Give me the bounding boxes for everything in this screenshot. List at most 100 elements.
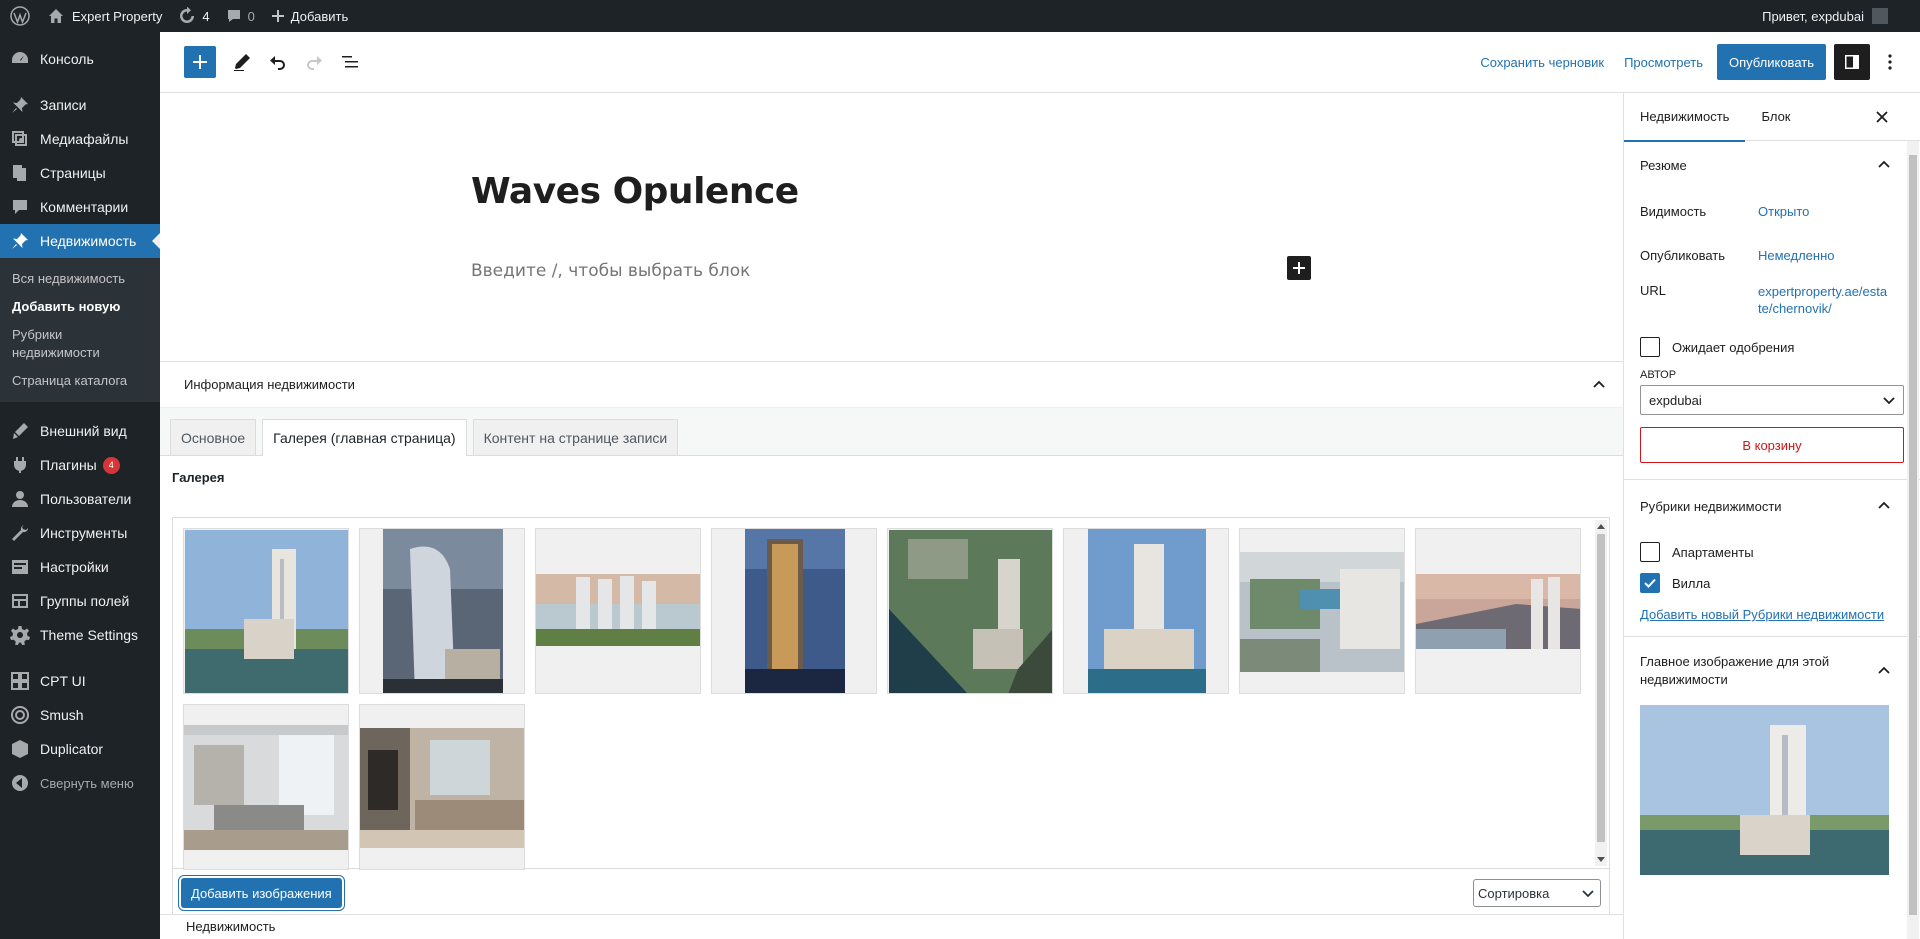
submenu-catalog-page[interactable]: Страница каталога <box>0 367 160 395</box>
category-label: Апартаменты <box>1672 544 1754 560</box>
menu-item-comments[interactable]: Комментарии <box>0 190 160 224</box>
sort-select[interactable]: Сортировка <box>1473 879 1601 907</box>
submenu-estate-categories[interactable]: Рубрики недвижимости <box>0 321 160 367</box>
categories-panel-header[interactable]: Рубрики недвижимости <box>1624 480 1920 532</box>
options-menu-button[interactable] <box>1872 44 1908 80</box>
new-content-link[interactable]: Добавить <box>263 0 356 32</box>
menu-item-media[interactable]: Медиафайлы <box>0 122 160 156</box>
tab-basic[interactable]: Основное <box>170 419 257 455</box>
menu-item-cpt-ui[interactable]: CPT UI <box>0 664 160 698</box>
cpt-icon <box>11 672 29 690</box>
post-title[interactable]: Waves Opulence <box>471 171 799 212</box>
move-to-trash-button[interactable]: В корзину <box>1640 427 1904 463</box>
checkmark-icon <box>1644 578 1656 588</box>
visibility-toggle[interactable]: Открыто <box>1758 204 1809 219</box>
settings-toggle-button[interactable] <box>1834 44 1870 80</box>
greeting-label: Привет, expdubai <box>1762 8 1864 24</box>
featured-image[interactable] <box>1640 705 1889 875</box>
save-draft-button[interactable]: Сохранить черновик <box>1470 55 1614 70</box>
add-images-button[interactable]: Добавить изображения <box>181 878 342 908</box>
menu-label: Медиафайлы <box>40 131 129 147</box>
collapse-menu-button[interactable]: Свернуть меню <box>0 766 160 800</box>
pending-review-checkbox[interactable] <box>1640 337 1660 357</box>
comments-count: 0 <box>247 8 255 24</box>
url-link[interactable]: expertproperty.ae/estate/chernovik/ <box>1758 283 1888 331</box>
chevron-up-icon <box>1878 501 1890 509</box>
site-name-link[interactable]: Expert Property <box>40 0 170 32</box>
menu-label: Внешний вид <box>40 423 127 439</box>
summary-panel-header[interactable]: Резюме <box>1624 141 1920 189</box>
gallery-image[interactable] <box>359 704 525 870</box>
menu-item-appearance[interactable]: Внешний вид <box>0 414 160 448</box>
comments-link[interactable]: 0 <box>218 0 263 32</box>
estate-info-metabox: Информация недвижимости Основное Галерея… <box>160 361 1623 917</box>
tab-gallery[interactable]: Галерея (главная страница) <box>262 419 467 456</box>
menu-item-plugins[interactable]: Плагины 4 <box>0 448 160 482</box>
tools-button[interactable] <box>224 44 260 80</box>
summary-title: Резюме <box>1640 157 1687 173</box>
gallery-image[interactable] <box>887 528 1053 694</box>
pending-review-label: Ожидает одобрения <box>1672 339 1795 355</box>
sidebar-tabs: Недвижимость Блок <box>1624 93 1920 142</box>
settings-sidebar: Недвижимость Блок Резюме Видимость Откры… <box>1623 93 1920 939</box>
updates-count: 4 <box>202 8 210 24</box>
media-icon <box>12 131 27 146</box>
publish-button[interactable]: Опубликовать <box>1716 44 1826 80</box>
list-view-icon <box>342 56 358 68</box>
menu-item-pages[interactable]: Страницы <box>0 156 160 190</box>
author-select[interactable]: expdubai <box>1640 385 1904 415</box>
menu-item-smush[interactable]: Smush <box>0 698 160 732</box>
menu-item-users[interactable]: Пользователи <box>0 482 160 516</box>
gallery-image[interactable] <box>1239 528 1405 694</box>
add-new-category-link[interactable]: Добавить новый Рубрики недвижимости <box>1624 595 1920 622</box>
gallery-image[interactable] <box>535 528 701 694</box>
updates-link[interactable]: 4 <box>170 0 217 32</box>
block-placeholder[interactable]: Введите /, чтобы выбрать блок <box>471 261 750 281</box>
menu-item-estate[interactable]: Недвижимость <box>0 224 160 258</box>
menu-item-settings[interactable]: Настройки <box>0 550 160 584</box>
tab-block-settings[interactable]: Блок <box>1761 93 1790 141</box>
menu-item-field-groups[interactable]: Группы полей <box>0 584 160 618</box>
menu-item-duplicator[interactable]: Duplicator <box>0 732 160 766</box>
gallery-image[interactable] <box>1415 528 1581 694</box>
user-greeting[interactable]: Привет, expdubai <box>1754 0 1920 32</box>
preview-button[interactable]: Просмотреть <box>1614 55 1713 70</box>
menu-item-tools[interactable]: Инструменты <box>0 516 160 550</box>
estate-submenu: Вся недвижимость Добавить новую Рубрики … <box>0 258 160 402</box>
tab-post-content[interactable]: Контент на странице записи <box>472 419 679 455</box>
sidebar-scrollbar[interactable] <box>1907 141 1919 939</box>
block-inserter-button[interactable] <box>184 46 216 78</box>
undo-button[interactable] <box>260 44 296 80</box>
publish-date-label: Опубликовать <box>1640 247 1726 263</box>
featured-image-panel-header[interactable]: Главное изображение для этой недвижимост… <box>1624 637 1920 705</box>
gallery-image[interactable] <box>711 528 877 694</box>
menu-item-dashboard[interactable]: Консоль <box>0 42 160 76</box>
category-villa-checkbox[interactable] <box>1640 573 1660 593</box>
menu-label: CPT UI <box>40 673 86 689</box>
submenu-add-new[interactable]: Добавить новую <box>0 293 160 321</box>
gallery-image[interactable] <box>359 528 525 694</box>
category-apartments-checkbox[interactable] <box>1640 542 1660 562</box>
menu-item-theme-settings[interactable]: Theme Settings <box>0 618 160 652</box>
gallery-scrollbar[interactable] <box>1595 520 1607 866</box>
chevron-up-icon[interactable] <box>1591 377 1607 393</box>
redo-button[interactable] <box>296 44 332 80</box>
submenu-all-estate[interactable]: Вся недвижимость <box>0 265 160 293</box>
pencil-icon <box>234 54 250 71</box>
publish-date-toggle[interactable]: Немедленно <box>1758 248 1835 263</box>
gallery-image[interactable] <box>1063 528 1229 694</box>
plugins-update-badge: 4 <box>102 456 120 474</box>
metabox-header[interactable]: Информация недвижимости <box>160 362 1623 408</box>
gallery-image[interactable] <box>183 528 349 694</box>
menu-label: Записи <box>40 97 87 113</box>
document-overview-button[interactable] <box>332 44 368 80</box>
avatar <box>1872 8 1888 24</box>
admin-bar: Expert Property 4 0 Добавить Привет, exp… <box>0 0 1920 32</box>
inline-inserter-button[interactable] <box>1287 256 1311 280</box>
gallery-image[interactable] <box>183 704 349 870</box>
menu-item-posts[interactable]: Записи <box>0 88 160 122</box>
tab-post-settings[interactable]: Недвижимость <box>1624 93 1746 142</box>
breadcrumb[interactable]: Недвижимость <box>160 914 1623 939</box>
wordpress-logo-icon[interactable] <box>0 0 40 32</box>
close-icon[interactable] <box>1872 107 1892 127</box>
